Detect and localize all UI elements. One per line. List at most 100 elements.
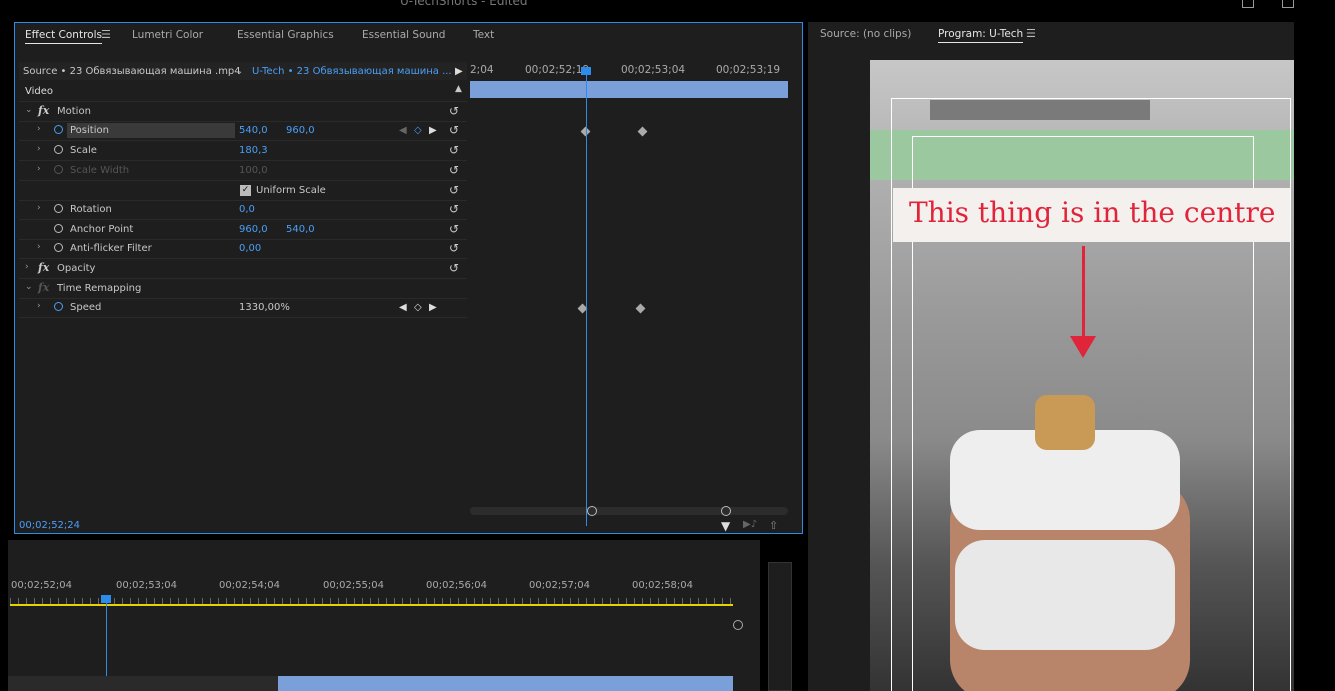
- filter-icon[interactable]: ▼: [721, 519, 730, 533]
- video-label: Video: [25, 86, 54, 97]
- program-video-frame[interactable]: [870, 60, 1294, 691]
- speed-value[interactable]: 1330,00%: [239, 302, 290, 313]
- scroll-up-icon[interactable]: ▲: [455, 84, 462, 94]
- checkbox-checked-icon[interactable]: ✓: [240, 185, 251, 196]
- position-keyframe[interactable]: [637, 126, 648, 137]
- property-row-rotation[interactable]: › Rotation 0,0 ↺: [19, 200, 467, 220]
- scroll-handle-left[interactable]: [587, 506, 597, 516]
- panel-menu-icon[interactable]: ☰: [1026, 27, 1036, 40]
- reset-icon[interactable]: ↺: [449, 143, 459, 157]
- chevron-right-icon[interactable]: ›: [37, 124, 41, 134]
- reset-icon[interactable]: ↺: [449, 183, 459, 197]
- zoom-handle[interactable]: [733, 620, 743, 630]
- tab-essential-sound[interactable]: Essential Sound: [362, 29, 445, 41]
- anchor-x-value[interactable]: 960,0: [239, 224, 268, 235]
- tab-text[interactable]: Text: [473, 29, 494, 41]
- stopwatch-icon[interactable]: [54, 224, 63, 233]
- chevron-right-icon[interactable]: ›: [37, 242, 41, 252]
- fx-icon[interactable]: fx: [38, 261, 49, 274]
- stopwatch-icon[interactable]: [54, 302, 63, 311]
- property-row-scale[interactable]: › Scale 180,3 ↺: [19, 141, 467, 161]
- property-row-anchor-point[interactable]: Anchor Point 960,0 540,0 ↺: [19, 220, 467, 240]
- add-keyframe-icon[interactable]: ◇: [414, 125, 422, 136]
- play-audio-icon[interactable]: ▶♪: [743, 519, 757, 530]
- reset-icon[interactable]: ↺: [449, 222, 459, 236]
- track-header-area[interactable]: [8, 676, 278, 691]
- play-icon[interactable]: ▶: [455, 66, 463, 77]
- effect-controls-panel: Effect Controls ☰ Lumetri Color Essentia…: [14, 22, 803, 534]
- timecode-label: 00;02;52;04: [11, 580, 73, 591]
- stopwatch-icon[interactable]: [54, 243, 63, 252]
- panel-menu-icon[interactable]: ☰: [101, 28, 111, 41]
- current-timecode[interactable]: 00;02;52;24: [19, 520, 80, 531]
- property-row-opacity[interactable]: › fx Opacity ↺: [19, 259, 467, 279]
- chevron-down-icon[interactable]: ⌄: [235, 66, 243, 77]
- property-name: Anchor Point: [70, 224, 134, 235]
- sequence-clip-label[interactable]: U-Tech • 23 Обвязывающая машина ...: [252, 66, 452, 77]
- playhead[interactable]: [586, 71, 587, 526]
- anchor-y-value[interactable]: 540,0: [286, 224, 315, 235]
- stopwatch-icon[interactable]: [54, 145, 63, 154]
- tab-essential-graphics[interactable]: Essential Graphics: [237, 29, 334, 41]
- reset-icon[interactable]: ↺: [449, 261, 459, 275]
- fx-icon[interactable]: fx: [38, 104, 49, 117]
- position-y-value[interactable]: 960,0: [286, 125, 315, 136]
- property-row-position[interactable]: › Position 540,0 960,0 ◀ ◇ ▶ ↺: [19, 121, 467, 141]
- work-area-bar[interactable]: [10, 604, 733, 606]
- next-keyframe-icon[interactable]: ▶: [429, 302, 437, 313]
- tab-program-monitor[interactable]: Program: U-Tech: [938, 28, 1024, 43]
- tab-effect-controls[interactable]: Effect Controls: [25, 29, 102, 44]
- chevron-right-icon[interactable]: ›: [37, 203, 41, 213]
- zoom-scrollbar[interactable]: [470, 507, 788, 515]
- reset-icon[interactable]: ↺: [449, 241, 459, 255]
- source-clip-label[interactable]: Source • 23 Обвязывающая машина .mp4: [23, 66, 241, 77]
- prev-keyframe-icon[interactable]: ◀: [399, 125, 407, 136]
- caption-text: This thing is in the centre: [909, 196, 1276, 229]
- stopwatch-icon[interactable]: [54, 204, 63, 213]
- chevron-down-icon[interactable]: ⌄: [25, 282, 33, 292]
- timecode-label: 00;02;53;19: [716, 64, 781, 76]
- reset-icon[interactable]: ↺: [449, 104, 459, 118]
- next-keyframe-icon[interactable]: ▶: [429, 125, 437, 136]
- sequence-timeline-panel[interactable]: 00;02;52;04 00;02;53;04 00;02;54;04 00;0…: [8, 540, 760, 691]
- chevron-down-icon[interactable]: ⌄: [25, 105, 33, 115]
- property-name: Scale: [70, 145, 97, 156]
- property-row-time-remapping[interactable]: ⌄ fx Time Remapping: [19, 279, 467, 299]
- tab-lumetri-color[interactable]: Lumetri Color: [132, 29, 203, 41]
- tab-source-monitor[interactable]: Source: (no clips): [820, 28, 911, 40]
- property-name: Scale Width: [70, 165, 130, 176]
- timecode-label: 00;02;53;04: [116, 580, 178, 591]
- caption-box[interactable]: This thing is in the centre: [893, 188, 1290, 242]
- property-row-anti-flicker[interactable]: › Anti-flicker Filter 0,00 ↺: [19, 239, 467, 259]
- playhead-marker-icon[interactable]: [581, 67, 591, 75]
- property-row-motion[interactable]: ⌄ fx Motion ↺: [19, 102, 467, 122]
- effect-controls-timeline[interactable]: 2;04 00;02;52;19 00;02;53;04 00;02;53;19: [470, 61, 788, 521]
- anti-flicker-value[interactable]: 0,00: [239, 243, 261, 254]
- position-x-value[interactable]: 540,0: [239, 125, 268, 136]
- chevron-right-icon[interactable]: ›: [37, 301, 41, 311]
- chevron-right-icon[interactable]: ›: [25, 262, 29, 272]
- scale-value[interactable]: 180,3: [239, 145, 268, 156]
- restore-icon[interactable]: [1282, 0, 1294, 8]
- property-row-speed[interactable]: › Speed 1330,00% ◀ ◇ ▶: [19, 298, 467, 318]
- timecode-label: 00;02;55;04: [323, 580, 385, 591]
- prev-keyframe-icon[interactable]: ◀: [399, 302, 407, 313]
- property-row-uniform-scale[interactable]: ✓ Uniform Scale ↺: [19, 181, 467, 201]
- timecode-label: 00;02;52;19: [525, 64, 590, 76]
- scroll-handle-right[interactable]: [721, 506, 731, 516]
- stopwatch-icon[interactable]: [54, 125, 63, 134]
- timecode-label: 00;02;54;04: [219, 580, 281, 591]
- video-clip[interactable]: [278, 676, 733, 691]
- reset-icon[interactable]: ↺: [449, 123, 459, 137]
- speed-keyframe[interactable]: [635, 303, 646, 314]
- reset-icon[interactable]: ↺: [449, 202, 459, 216]
- fx-icon[interactable]: fx: [38, 281, 49, 294]
- export-icon[interactable]: ⇧: [769, 519, 778, 532]
- maximize-icon[interactable]: [1242, 0, 1254, 8]
- add-keyframe-icon[interactable]: ◇: [414, 302, 422, 313]
- rotation-value[interactable]: 0,0: [239, 204, 255, 215]
- timecode-label: 00;02;58;04: [632, 580, 694, 591]
- timecode-label: 00;02;57;04: [529, 580, 591, 591]
- clip-bar[interactable]: [470, 81, 788, 98]
- chevron-right-icon[interactable]: ›: [37, 144, 41, 154]
